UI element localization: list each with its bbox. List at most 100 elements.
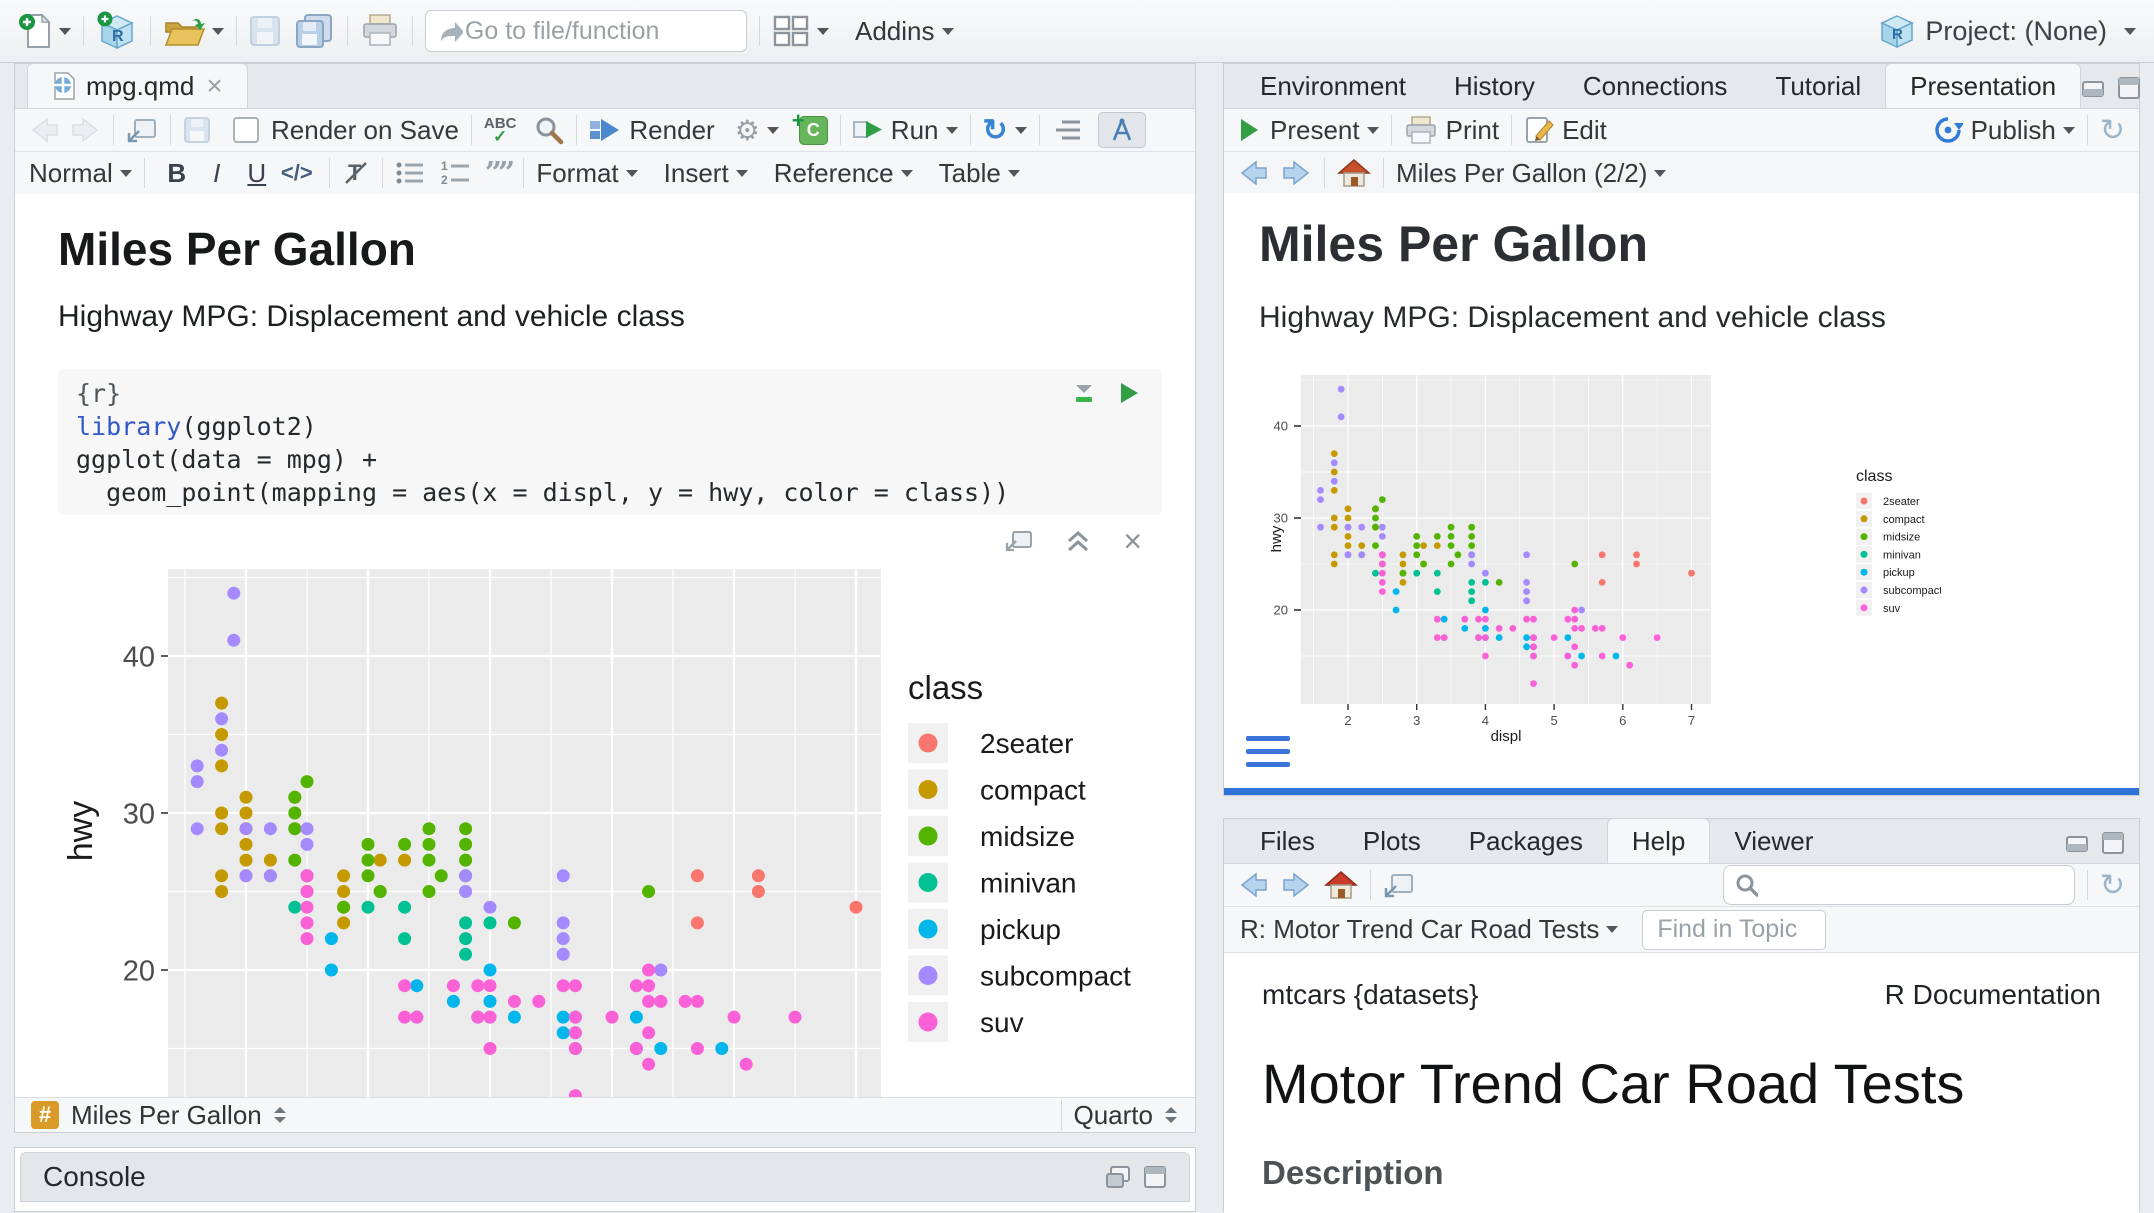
status-mode-label[interactable]: Quarto xyxy=(1074,1100,1154,1131)
new-file-button[interactable] xyxy=(18,11,52,51)
code-button[interactable]: </> xyxy=(277,160,317,186)
open-recent-caret[interactable] xyxy=(212,28,224,35)
reference-menu[interactable]: Reference xyxy=(774,158,913,189)
help-home-button[interactable] xyxy=(1324,870,1358,900)
visual-editor-toggle[interactable] xyxy=(1098,112,1146,148)
save-all-button[interactable] xyxy=(295,13,335,49)
maximize-pane-icon[interactable] xyxy=(1143,1165,1167,1189)
r-code-chunk[interactable]: {r}library(ggplot2)ggplot(data = mpg) + … xyxy=(58,369,1162,515)
code-line[interactable]: library(ggplot2) xyxy=(76,410,1162,443)
present-button[interactable]: Present xyxy=(1238,115,1379,146)
tab-environment[interactable]: Environment xyxy=(1236,64,1430,108)
run-button[interactable]: Run xyxy=(853,115,939,146)
insert-menu[interactable]: Insert xyxy=(664,158,748,189)
addins-caret[interactable] xyxy=(942,28,954,35)
clear-formatting-button[interactable]: T xyxy=(342,160,370,186)
tab-history[interactable]: History xyxy=(1430,64,1559,108)
publish-button[interactable]: Publish xyxy=(1933,115,2075,146)
present-caret[interactable] xyxy=(1367,127,1379,134)
print-presentation-button[interactable]: Print xyxy=(1404,115,1499,146)
open-file-button[interactable] xyxy=(163,14,205,48)
spellcheck-button[interactable]: ABC✓ xyxy=(484,117,517,143)
bullet-list-button[interactable] xyxy=(395,160,425,186)
forward-button[interactable] xyxy=(69,116,101,144)
render-settings-gear-icon[interactable]: ⚙ xyxy=(735,114,760,147)
editor-tab-mpg-qmd[interactable]: mpg.qmd × xyxy=(27,63,248,108)
save-document-button[interactable] xyxy=(183,116,211,144)
go-to-file-box[interactable] xyxy=(425,10,747,52)
help-refresh-icon[interactable]: ↻ xyxy=(2100,868,2125,903)
slide-location-menu[interactable]: Miles Per Gallon (2/2) xyxy=(1396,158,1666,189)
render-on-save-checkbox[interactable] xyxy=(233,117,259,143)
tab-connections[interactable]: Connections xyxy=(1559,64,1752,108)
pane-resize-highlight[interactable] xyxy=(1224,788,2139,795)
tab-tutorial[interactable]: Tutorial xyxy=(1751,64,1885,108)
status-section-label[interactable]: Miles Per Gallon xyxy=(71,1100,262,1131)
minimize-pane-icon[interactable] xyxy=(2081,76,2107,100)
render-button[interactable]: Render xyxy=(589,115,714,146)
underline-button[interactable]: U xyxy=(237,158,277,189)
help-search-box[interactable] xyxy=(1723,865,2075,905)
new-file-dropdown-caret[interactable] xyxy=(59,28,71,35)
rerun-icon[interactable]: ↻ xyxy=(983,113,1008,148)
run-caret[interactable] xyxy=(946,127,958,134)
find-replace-button[interactable] xyxy=(534,115,564,145)
tab-viewer[interactable]: Viewer xyxy=(1710,819,1837,863)
restore-pane-icon[interactable] xyxy=(1105,1165,1131,1189)
blockquote-button[interactable]: ”” xyxy=(485,156,512,191)
maximize-pane-icon[interactable] xyxy=(2101,831,2125,855)
panes-dropdown-caret[interactable] xyxy=(817,28,829,35)
format-menu[interactable]: Format xyxy=(536,158,637,189)
help-back-button[interactable] xyxy=(1238,871,1270,899)
go-to-file-input[interactable] xyxy=(463,16,736,47)
run-chunk-button[interactable] xyxy=(1118,381,1140,405)
addins-menu[interactable]: Addins xyxy=(855,16,935,47)
show-in-new-window-button[interactable] xyxy=(126,116,158,144)
help-search-input[interactable] xyxy=(1758,870,2064,900)
new-project-button[interactable]: R xyxy=(96,10,138,52)
section-stepper-icon[interactable] xyxy=(272,1106,288,1124)
tab-plots[interactable]: Plots xyxy=(1339,819,1445,863)
run-chunks-above-button[interactable] xyxy=(1072,381,1096,405)
console-header[interactable]: Console xyxy=(20,1152,1190,1202)
refresh-icon[interactable]: ↻ xyxy=(2100,113,2125,148)
rerun-caret[interactable] xyxy=(1015,127,1027,134)
find-in-topic-input[interactable] xyxy=(1643,915,1825,944)
slide-menu-hamburger-icon[interactable] xyxy=(1246,736,1290,767)
help-popout-button[interactable] xyxy=(1383,871,1415,899)
code-line[interactable]: geom_point(mapping = aes(x = displ, y = … xyxy=(76,476,1162,509)
project-caret[interactable] xyxy=(2124,28,2136,35)
find-in-topic-box[interactable] xyxy=(1642,910,1826,950)
collapse-output-button[interactable] xyxy=(1065,529,1091,553)
slides-home-button[interactable] xyxy=(1337,158,1371,188)
slide-forward-button[interactable] xyxy=(1280,159,1312,187)
tab-files[interactable]: Files xyxy=(1236,819,1339,863)
workspace-panes-button[interactable] xyxy=(772,14,810,48)
minimize-pane-icon[interactable] xyxy=(2065,831,2091,855)
save-button[interactable] xyxy=(249,15,281,47)
output-popout-button[interactable] xyxy=(1005,529,1033,553)
mode-stepper-icon[interactable] xyxy=(1163,1106,1179,1124)
bold-button[interactable]: B xyxy=(157,158,197,189)
insert-chunk-button[interactable]: C + xyxy=(799,116,828,145)
print-button[interactable] xyxy=(360,13,400,49)
italic-button[interactable]: I xyxy=(197,158,237,189)
back-button[interactable] xyxy=(29,116,61,144)
project-menu[interactable]: R Project: (None) xyxy=(1879,13,2136,49)
code-line[interactable]: {r} xyxy=(76,377,1162,410)
help-forward-button[interactable] xyxy=(1280,871,1312,899)
slide-back-button[interactable] xyxy=(1238,159,1270,187)
close-tab-icon[interactable]: × xyxy=(206,70,222,102)
tab-help[interactable]: Help xyxy=(1607,818,1710,863)
help-topic-menu[interactable]: R: Motor Trend Car Road Tests xyxy=(1240,914,1618,945)
maximize-pane-icon[interactable] xyxy=(2117,76,2141,100)
tab-packages[interactable]: Packages xyxy=(1445,819,1607,863)
outline-toggle-button[interactable] xyxy=(1052,118,1082,142)
publish-caret[interactable] xyxy=(2063,127,2075,134)
edit-presentation-button[interactable]: Edit xyxy=(1524,115,1607,146)
clear-output-icon[interactable]: × xyxy=(1123,531,1142,551)
numbered-list-button[interactable]: 12 xyxy=(441,160,471,186)
render-settings-caret[interactable] xyxy=(767,127,779,134)
paragraph-style-menu[interactable]: Normal xyxy=(29,158,132,189)
code-line[interactable]: ggplot(data = mpg) + xyxy=(76,443,1162,476)
